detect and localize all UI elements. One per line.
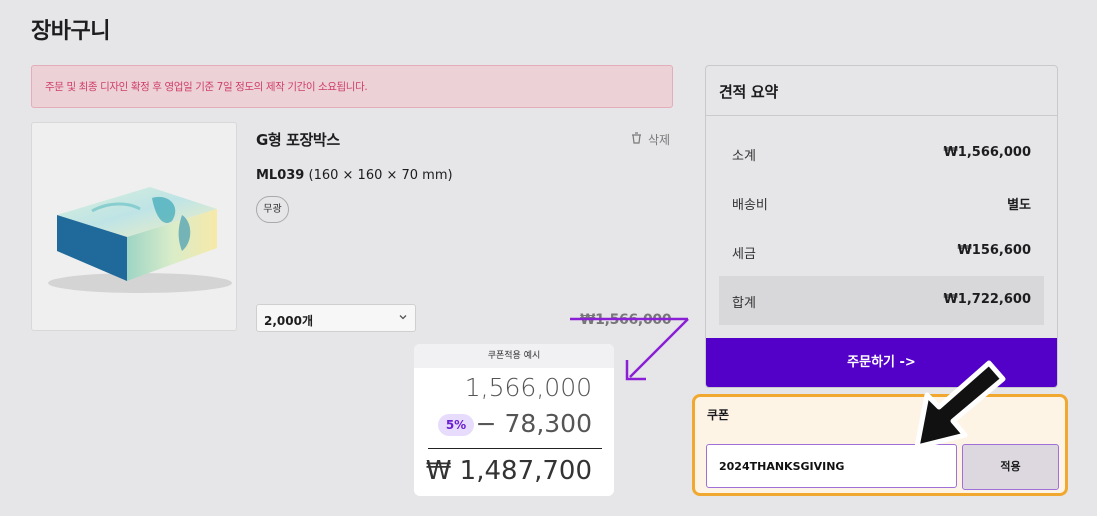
summary-label: 소계 — [732, 149, 756, 164]
quantity-value: 2,000개 — [264, 314, 313, 328]
delete-label: 삭제 — [648, 133, 671, 147]
quantity-select[interactable]: 2,000개 — [256, 304, 416, 332]
product-dimensions: (160 × 160 × 70 mm) — [308, 168, 453, 183]
summary-row-shipping: 배송비 별도 — [719, 178, 1044, 227]
example-subtotal: 1,566,000 — [464, 373, 592, 402]
order-summary: 견적 요약 소계 ₩1,566,000 배송비 별도 세금 ₩156,600 합… — [705, 65, 1058, 388]
summary-label: 세금 — [732, 247, 756, 262]
summary-value: ₩1,566,000 — [943, 145, 1031, 160]
coupon-box: 쿠폰 적용 — [692, 394, 1068, 496]
page-title: 장바구니 — [31, 19, 110, 44]
summary-row-subtotal: 소계 ₩1,566,000 — [719, 129, 1044, 178]
summary-label: 배송비 — [732, 198, 768, 213]
summary-value: ₩1,722,600 — [943, 292, 1031, 307]
summary-row-total: 합계 ₩1,722,600 — [719, 276, 1044, 325]
discount-rate-badge: 5% — [438, 414, 474, 436]
cursor-arrow-icon — [914, 360, 1006, 450]
summary-label: 합계 — [732, 296, 756, 311]
product-spec: ML039 (160 × 160 × 70 mm) — [256, 168, 453, 183]
delete-button[interactable]: 삭제 — [631, 131, 670, 148]
summary-value: 별도 — [1007, 198, 1031, 213]
summary-row-tax: 세금 ₩156,600 — [719, 227, 1044, 276]
trash-icon — [631, 132, 642, 147]
summary-value: ₩156,600 — [957, 243, 1031, 258]
summary-title: 견적 요약 — [706, 66, 1057, 116]
example-title: 쿠폰적용 예시 — [414, 344, 614, 368]
notice-banner: 주문 및 최종 디자인 확정 후 영업일 기준 7일 정도의 제작 기간이 소요… — [31, 65, 673, 108]
product-code: ML039 — [256, 168, 305, 183]
product-name: G형 포장박스 — [256, 131, 340, 149]
example-discount: − 78,300 — [475, 409, 592, 438]
chevron-down-icon — [398, 311, 408, 325]
finish-badge: 무광 — [256, 196, 289, 223]
example-final-price: ₩ 1,487,700 — [425, 456, 592, 486]
coupon-example-card: 쿠폰적용 예시 1,566,000 5% − 78,300 ₩ 1,487,70… — [414, 344, 614, 496]
divider — [428, 448, 602, 449]
product-image — [31, 122, 237, 331]
coupon-label: 쿠폰 — [707, 408, 730, 422]
